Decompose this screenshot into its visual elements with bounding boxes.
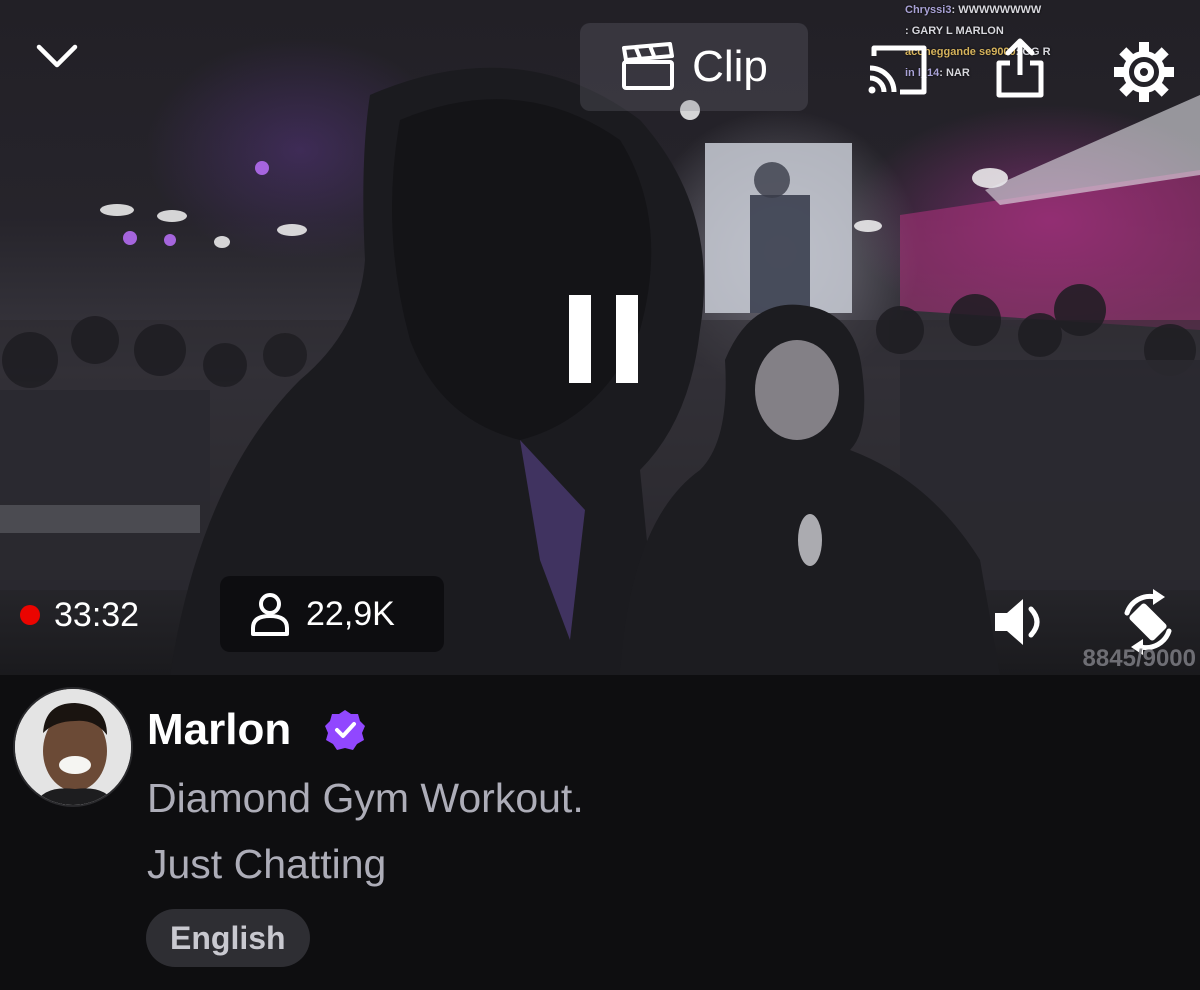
share-button[interactable] (988, 34, 1052, 102)
video-player[interactable]: Chryssi3: WWWWWWWW : GARY L MARLON acone… (0, 0, 1200, 675)
clip-label: Clip (692, 42, 768, 91)
bits-counter: 8845/9000 (1082, 645, 1196, 672)
collapse-player-button[interactable] (22, 26, 92, 86)
stream-info-panel: Marlon Diamond Gym Workout. Just Chattin… (0, 675, 1200, 990)
channel-name[interactable]: Marlon (147, 705, 291, 755)
uptime-text: 33:32 (54, 595, 140, 634)
cast-icon (868, 45, 927, 95)
chevron-down-icon (36, 44, 78, 68)
share-icon (996, 38, 1044, 98)
viewer-count-text: 22,9K (306, 594, 395, 633)
person-icon (251, 593, 289, 636)
volume-icon (995, 599, 1040, 645)
clip-button[interactable]: Clip (580, 23, 808, 111)
cast-button[interactable] (860, 38, 934, 102)
volume-button[interactable] (988, 590, 1054, 654)
stream-title: Diamond Gym Workout. (147, 775, 584, 821)
chat-message: Chryssi3: WWWWWWWW (905, 4, 1042, 16)
clapperboard-icon (622, 42, 675, 90)
verified-badge-icon (325, 710, 365, 750)
pause-button[interactable] (550, 285, 650, 393)
uptime-indicator: 33:32 (8, 578, 151, 652)
streamer-avatar-image (15, 689, 131, 805)
settings-button[interactable] (1108, 36, 1180, 108)
pause-icon (569, 295, 638, 383)
gear-icon (1114, 42, 1174, 102)
stream-category[interactable]: Just Chatting (147, 841, 386, 888)
viewer-count: 22,9K (220, 576, 444, 652)
tag-chip[interactable]: English (146, 909, 310, 967)
avatar[interactable] (13, 687, 133, 807)
live-dot-icon (20, 605, 40, 625)
